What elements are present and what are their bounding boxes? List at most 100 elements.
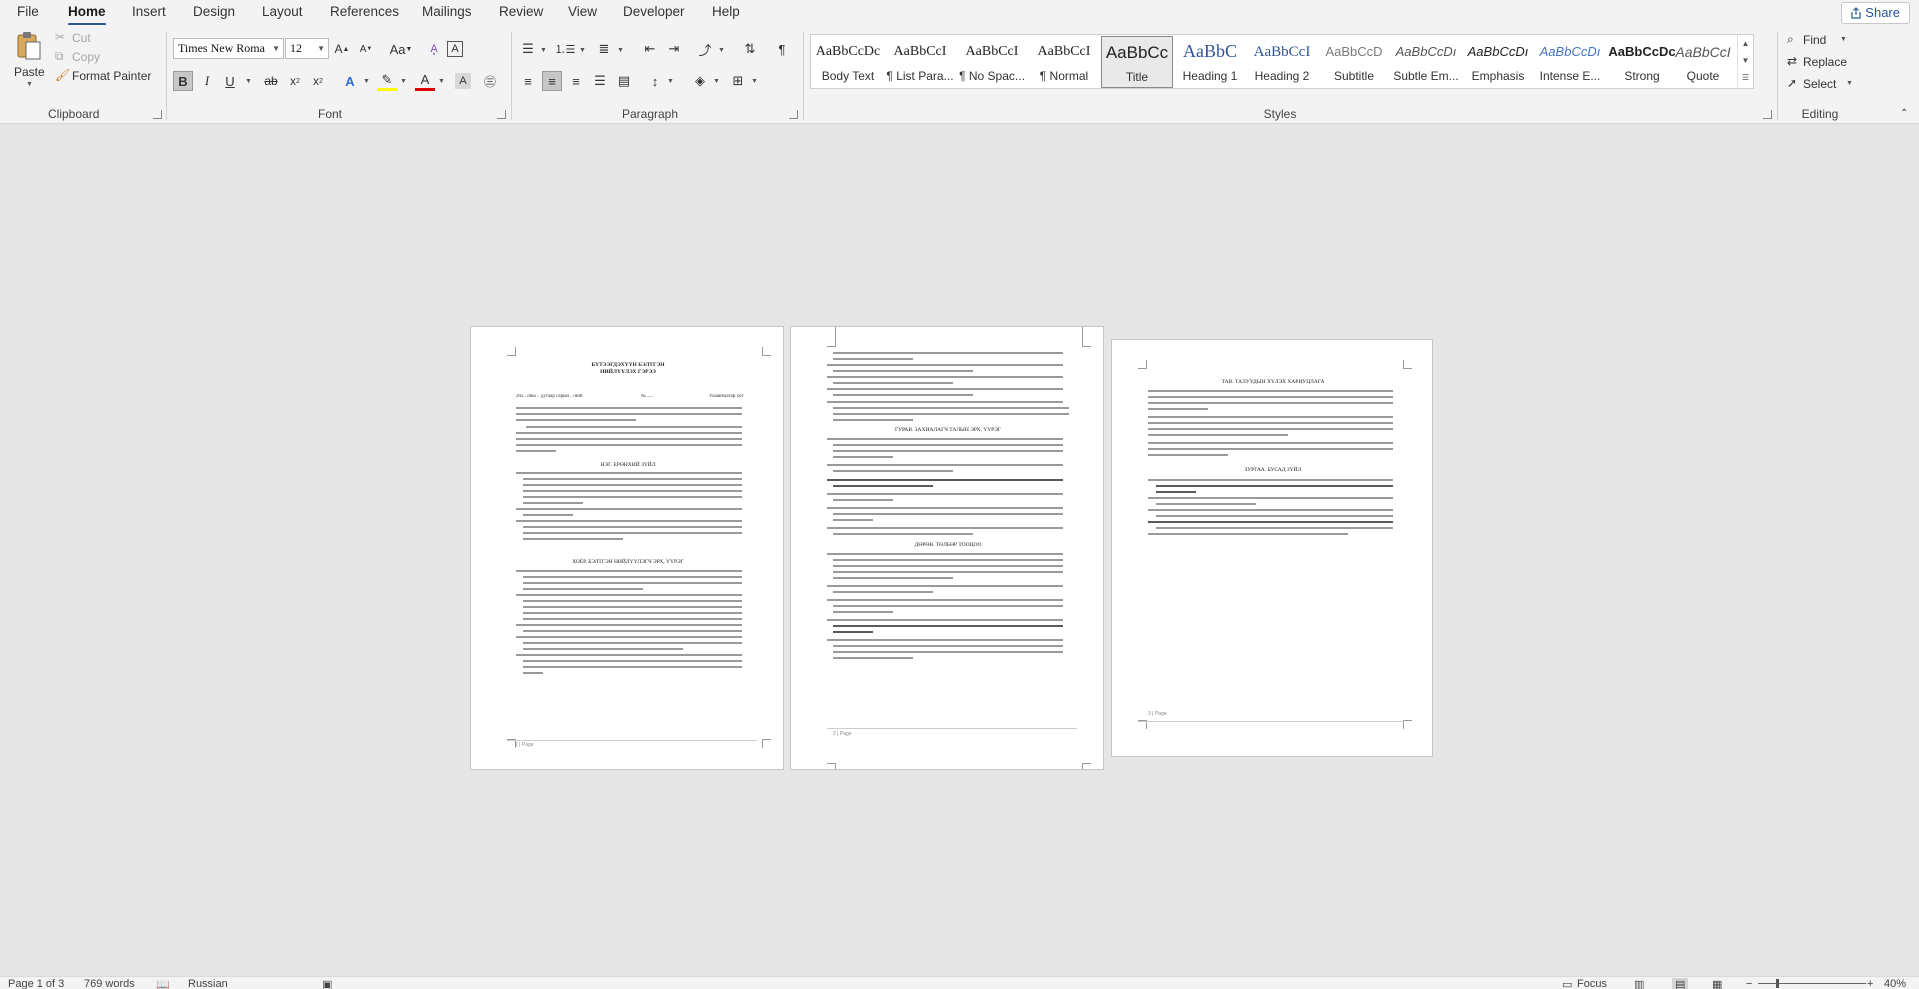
zoom-out-icon[interactable]: − xyxy=(1746,978,1752,989)
language[interactable]: Russian xyxy=(188,978,228,989)
paragraph-launcher-icon[interactable] xyxy=(789,110,798,119)
zoom-in-icon[interactable]: + xyxy=(1867,978,1873,989)
tab-home[interactable]: Home xyxy=(68,3,106,26)
highlight-dropdown-icon[interactable]: ▼ xyxy=(400,78,407,85)
text-effects-icon[interactable]: A xyxy=(340,71,360,91)
decrease-indent-icon[interactable]: ⇤ xyxy=(640,39,660,59)
font-color-icon[interactable]: A xyxy=(415,71,435,91)
numbering-dropdown-icon[interactable]: ▼ xyxy=(579,47,586,54)
tab-developer[interactable]: Developer xyxy=(623,3,685,23)
page-1[interactable]: БҮТЭЭГДЭХҮҮН БЭЛТГЭН НИЙЛҮҮЛЭХ ГЭРЭЭ 202… xyxy=(470,326,784,770)
borders-icon[interactable]: ⊞ xyxy=(728,71,748,91)
tab-references[interactable]: References xyxy=(330,3,399,23)
cut-button[interactable]: ✂ Cut xyxy=(55,29,115,47)
distributed-icon[interactable]: ▤ xyxy=(614,71,634,91)
increase-indent-icon[interactable]: ⇥ xyxy=(664,39,684,59)
strikethrough-icon[interactable]: ab xyxy=(261,71,281,91)
text-direction-icon[interactable]: ⤴ xyxy=(695,39,715,59)
font-launcher-icon[interactable] xyxy=(497,110,506,119)
multilevel-list-icon[interactable]: ≣ xyxy=(594,39,614,59)
style-heading-1[interactable]: AaBbC Heading 1 xyxy=(1174,36,1246,88)
underline-icon[interactable]: U xyxy=(220,71,240,91)
style-list-paragraph[interactable]: AaBbCcI ¶ List Para... xyxy=(884,36,956,88)
paste-dropdown-icon[interactable]: ▼ xyxy=(26,81,33,88)
sort-icon[interactable]: ⇅ xyxy=(740,39,760,59)
chevron-down-icon[interactable]: ▼ xyxy=(1738,52,1753,69)
style-subtitle[interactable]: AaBbCcD Subtitle xyxy=(1318,36,1390,88)
style-body-text[interactable]: AaBbCcDc Body Text xyxy=(812,36,884,88)
bullets-icon[interactable]: ☰ xyxy=(518,39,538,59)
shrink-font-icon[interactable]: A ▼ xyxy=(356,39,376,59)
change-case-icon[interactable]: Aa ▼ xyxy=(387,39,415,59)
copy-button[interactable]: ⧉ Copy xyxy=(55,48,115,66)
borders-dropdown-icon[interactable]: ▼ xyxy=(751,78,758,85)
character-shading-icon[interactable]: A xyxy=(455,73,471,89)
shading-icon[interactable]: ◈ xyxy=(690,71,710,91)
document-area[interactable]: БҮТЭЭГДЭХҮҮН БЭЛТГЭН НИЙЛҮҮЛЭХ ГЭРЭЭ 202… xyxy=(0,125,1919,976)
bullets-dropdown-icon[interactable]: ▼ xyxy=(540,47,547,54)
subscript-icon[interactable]: x2 xyxy=(285,71,305,91)
tab-design[interactable]: Design xyxy=(193,3,235,23)
page-3[interactable]: ТАВ. ТАЛУУДЫН ХҮЛЭХ ХАРИУЦЛАГА ЗУРГАА. Б… xyxy=(1111,339,1433,757)
justify-icon[interactable]: ☰ xyxy=(590,71,610,91)
accessibility-icon[interactable]: ▣ xyxy=(322,978,332,989)
text-effects-dropdown-icon[interactable]: ▼ xyxy=(363,78,370,85)
numbering-icon[interactable]: ⒈☰ xyxy=(555,39,576,59)
web-layout-icon[interactable]: ▦ xyxy=(1712,978,1722,989)
styles-launcher-icon[interactable] xyxy=(1763,110,1772,119)
tab-layout[interactable]: Layout xyxy=(262,3,303,23)
tab-file[interactable]: File xyxy=(17,3,39,23)
style-heading-2[interactable]: AaBbCcI Heading 2 xyxy=(1246,36,1318,88)
read-mode-icon[interactable]: ▥ xyxy=(1634,978,1644,989)
underline-dropdown-icon[interactable]: ▼ xyxy=(245,78,252,85)
format-painter-button[interactable]: 🖌 Format Painter xyxy=(55,67,155,85)
line-spacing-icon[interactable]: ↕ xyxy=(645,71,665,91)
clear-formatting-icon[interactable]: A͓ xyxy=(424,39,444,59)
line-spacing-dropdown-icon[interactable]: ▼ xyxy=(667,78,674,85)
font-size-combo[interactable]: 12 ▼ xyxy=(285,38,329,59)
style-normal[interactable]: AaBbCcI ¶ Normal xyxy=(1028,36,1100,88)
page-2[interactable]: ГУРАВ. ЗАХИАЛАГЧ ТАЛЫН ЭРХ, ҮҮРЭГ ДӨРӨВ.… xyxy=(790,326,1104,770)
multilevel-dropdown-icon[interactable]: ▼ xyxy=(617,47,624,54)
style-intense-emphasis[interactable]: AaBbCcDı Intense E... xyxy=(1534,36,1606,88)
focus-label[interactable]: Focus xyxy=(1577,978,1607,989)
more-styles-icon[interactable]: ☰ xyxy=(1738,69,1753,86)
tab-view[interactable]: View xyxy=(568,3,597,23)
tab-help[interactable]: Help xyxy=(712,3,740,23)
zoom-slider-thumb[interactable] xyxy=(1776,979,1779,988)
bold-icon[interactable]: B xyxy=(173,71,193,91)
align-left-icon[interactable]: ≡ xyxy=(518,71,538,91)
align-right-icon[interactable]: ≡ xyxy=(566,71,586,91)
italic-icon[interactable]: I xyxy=(197,71,217,91)
align-center-icon[interactable]: ≡ xyxy=(542,71,562,91)
tab-review[interactable]: Review xyxy=(499,3,543,23)
text-direction-dropdown-icon[interactable]: ▼ xyxy=(718,47,725,54)
font-name-combo[interactable]: Times New Roma ▼ xyxy=(173,38,284,59)
style-emphasis[interactable]: AaBbCcDı Emphasis xyxy=(1462,36,1534,88)
zoom-level[interactable]: 40% xyxy=(1884,978,1906,989)
superscript-icon[interactable]: x2 xyxy=(308,71,328,91)
highlight-icon[interactable]: ✎ xyxy=(377,71,397,91)
tab-mailings[interactable]: Mailings xyxy=(422,3,472,23)
style-subtle-emphasis[interactable]: AaBbCcDı Subtle Em... xyxy=(1390,36,1462,88)
word-count[interactable]: 769 words xyxy=(84,978,135,989)
focus-icon[interactable]: ▭ xyxy=(1562,978,1572,989)
collapse-ribbon-icon[interactable]: ⌃ xyxy=(1900,108,1908,119)
shading-dropdown-icon[interactable]: ▼ xyxy=(713,78,720,85)
style-title[interactable]: AaBbCc Title xyxy=(1101,36,1173,88)
paste-button[interactable]: Paste ▼ xyxy=(10,29,48,89)
tab-insert[interactable]: Insert xyxy=(132,3,166,23)
show-formatting-icon[interactable]: ¶ xyxy=(772,39,792,59)
clipboard-launcher-icon[interactable] xyxy=(153,110,162,119)
print-layout-icon[interactable]: ▤ xyxy=(1672,978,1689,989)
grow-font-icon[interactable]: A ▲ xyxy=(332,39,352,59)
enclose-characters-icon[interactable]: ㊂ xyxy=(480,71,500,91)
find-button[interactable]: ⌕ Find ▼ xyxy=(1787,31,1857,49)
zoom-slider[interactable] xyxy=(1758,983,1866,984)
replace-button[interactable]: ⇄ Replace xyxy=(1787,53,1857,71)
proofing-icon[interactable]: 📖 xyxy=(156,978,170,989)
style-quote[interactable]: AaBbCcI Quote xyxy=(1668,36,1738,88)
style-no-spacing[interactable]: AaBbCcI ¶ No Spac... xyxy=(956,36,1028,88)
font-color-dropdown-icon[interactable]: ▼ xyxy=(438,78,445,85)
chevron-up-icon[interactable]: ▲ xyxy=(1738,35,1753,52)
